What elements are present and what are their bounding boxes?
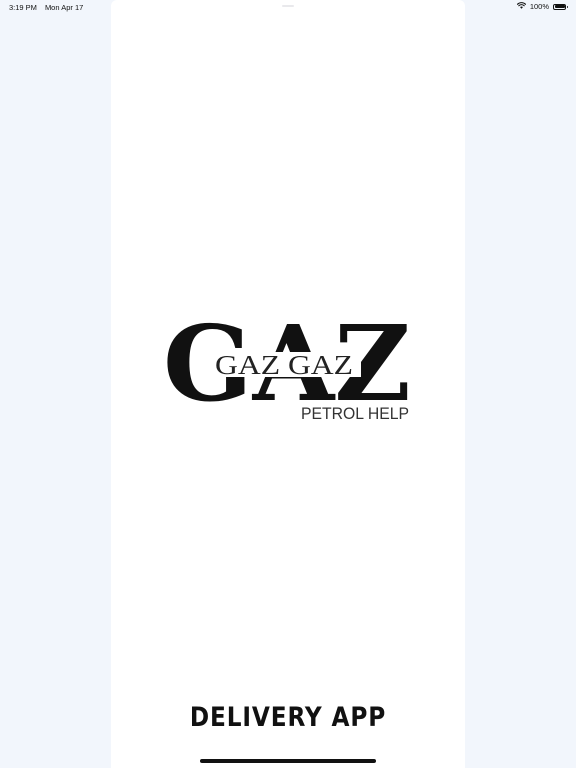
home-indicator[interactable]: [200, 759, 376, 763]
app-logo: GAZ GAZ GAZ PETROL HELP: [163, 302, 413, 425]
battery-percent: 100%: [529, 2, 549, 11]
logo-name: GAZ GAZ: [215, 350, 353, 380]
status-date: Mon Apr 17: [44, 3, 84, 12]
status-right: 100%: [516, 2, 568, 11]
logo-tagline: PETROL HELP: [301, 404, 409, 423]
battery-icon: [553, 3, 568, 10]
multitasking-handle[interactable]: [282, 5, 294, 7]
wifi-icon: [516, 2, 526, 11]
status-left: 3:19 PM Mon Apr 17: [9, 3, 83, 12]
delivery-app-title: DELIVERY APP: [189, 702, 387, 733]
status-time: 3:19 PM: [9, 3, 37, 12]
battery-fill: [554, 5, 565, 8]
